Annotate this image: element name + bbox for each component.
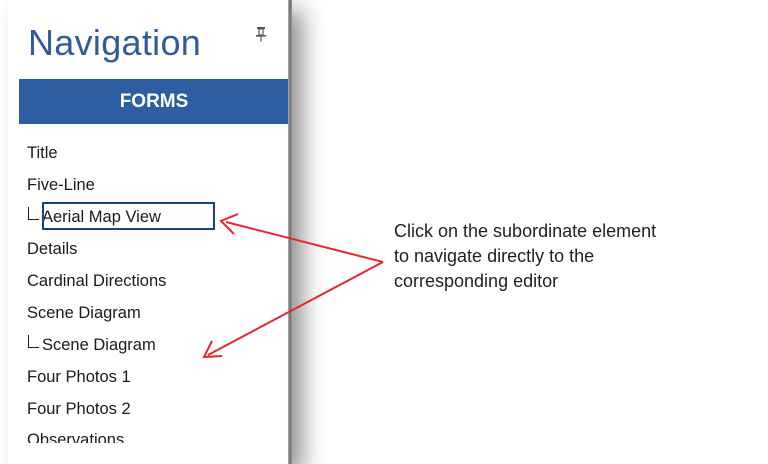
callout-line: Click on the subordinate element	[394, 221, 657, 241]
nav-item-details[interactable]: Details	[27, 233, 166, 265]
annotation-callout: Click on the subordinate element to navi…	[394, 219, 766, 294]
panel-title: Navigation	[28, 22, 202, 63]
nav-item-label: Details	[27, 240, 78, 258]
nav-item-label: Cardinal Directions	[27, 272, 167, 290]
nav-item-label: Five-Line	[27, 176, 95, 194]
nav-item-scene-diagram[interactable]: Scene Diagram	[27, 297, 166, 329]
nav-item-four-photos-1[interactable]: Four Photos 1	[27, 361, 166, 393]
screenshot-stage: Navigation FORMS Title Five-Line Aerial …	[0, 0, 768, 464]
navigation-panel: Navigation FORMS Title Five-Line Aerial …	[8, 0, 288, 464]
nav-item-label: Observations	[27, 431, 125, 443]
panel-splitter[interactable]	[288, 0, 292, 464]
pin-icon[interactable]	[254, 26, 268, 42]
selection-highlight	[42, 202, 215, 230]
nav-subitem-aerial-map-view[interactable]: Aerial Map View	[27, 201, 215, 233]
tree-connector-icon	[28, 335, 39, 348]
nav-item-label: Title	[27, 144, 58, 162]
nav-item-title[interactable]: Title	[27, 137, 166, 169]
form-list: Title Five-Line Aerial Map View Details …	[27, 137, 215, 443]
nav-item-four-photos-2[interactable]: Four Photos 2	[27, 393, 166, 425]
nav-item-label: Scene Diagram	[42, 336, 156, 354]
nav-item-five-line[interactable]: Five-Line	[27, 169, 166, 201]
nav-item-label: Four Photos 2	[27, 400, 131, 418]
tree-connector-icon	[28, 207, 39, 220]
nav-item-label: Four Photos 1	[27, 368, 131, 386]
nav-item-observations[interactable]: Observations	[27, 425, 166, 443]
forms-section-header[interactable]: FORMS	[19, 79, 288, 124]
callout-line: to navigate directly to the	[394, 246, 595, 266]
nav-item-label: Scene Diagram	[27, 304, 141, 322]
nav-subitem-scene-diagram[interactable]: Scene Diagram	[27, 329, 166, 361]
callout-line: corresponding editor	[394, 271, 559, 291]
nav-item-cardinal-directions[interactable]: Cardinal Directions	[27, 265, 166, 297]
